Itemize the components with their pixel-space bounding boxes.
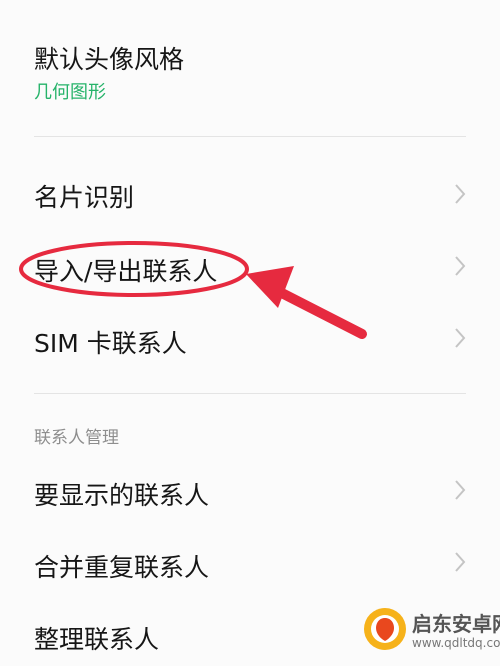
watermark: 启东安卓网 www.qdltdq.com [358, 600, 500, 662]
merge-duplicates-label: 合并重复联系人 [34, 553, 210, 582]
chevron-right-icon [455, 184, 466, 204]
contacts-settings-screen: 默认头像风格 几何图形 名片识别 导入/导出联系人 SIM 卡联系人 联系人管理… [0, 0, 500, 666]
chevron-right-icon [455, 480, 466, 500]
setting-contacts-to-display[interactable]: 要显示的联系人 [0, 462, 500, 518]
setting-card-recognition[interactable]: 名片识别 [0, 166, 500, 222]
divider [34, 136, 466, 137]
sim-contacts-label: SIM 卡联系人 [34, 329, 187, 358]
card-recognition-label: 名片识别 [34, 183, 135, 212]
watermark-url: www.qdltdq.com [412, 636, 500, 650]
organize-contacts-label: 整理联系人 [34, 625, 160, 654]
chevron-right-icon [455, 328, 466, 348]
setting-merge-duplicates[interactable]: 合并重复联系人 [0, 534, 500, 590]
import-export-label: 导入/导出联系人 [34, 257, 218, 286]
avatar-style-title: 默认头像风格 [34, 45, 185, 74]
setting-import-export[interactable]: 导入/导出联系人 [0, 238, 500, 294]
divider [34, 393, 466, 394]
watermark-brand: 启东安卓网 [412, 612, 500, 636]
setting-sim-contacts[interactable]: SIM 卡联系人 [0, 310, 500, 366]
watermark-logo-icon [364, 608, 406, 650]
section-header-contact-management: 联系人管理 [34, 428, 119, 448]
avatar-style-value: 几何图形 [34, 82, 106, 103]
chevron-right-icon [455, 256, 466, 276]
setting-avatar-style[interactable]: 默认头像风格 几何图形 [0, 30, 500, 110]
contacts-to-display-label: 要显示的联系人 [34, 481, 210, 510]
chevron-right-icon [455, 552, 466, 572]
